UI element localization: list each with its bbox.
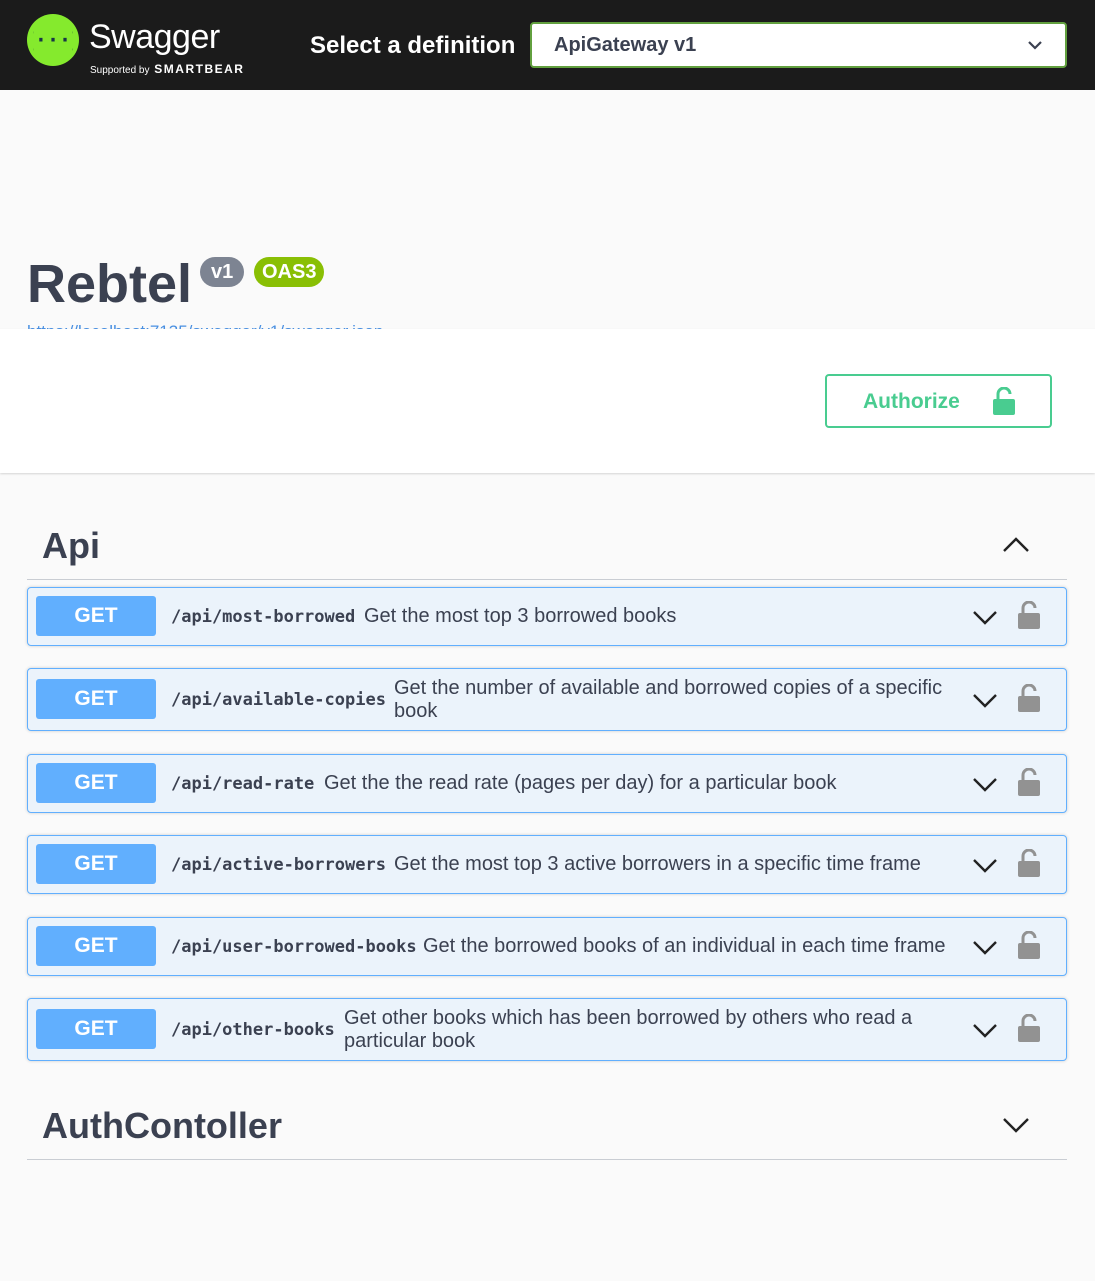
lock-open-icon xyxy=(993,387,1015,415)
operation-path: /api/available-copies xyxy=(171,690,386,710)
chevron-down-icon[interactable] xyxy=(972,609,998,625)
swagger-logo[interactable]: {···} Swagger Supported by SMARTBEAR xyxy=(27,14,267,76)
tag-header-authcontoller[interactable]: AuthContoller xyxy=(27,1091,1067,1160)
operation-get-most-borrowed[interactable]: GET /api/most-borrowed Get the most top … xyxy=(27,587,1067,646)
chevron-down-icon[interactable] xyxy=(972,857,998,873)
method-badge-get: GET xyxy=(36,763,156,803)
chevron-down-icon[interactable] xyxy=(972,939,998,955)
chevron-down-icon[interactable] xyxy=(972,776,998,792)
method-badge-get: GET xyxy=(36,844,156,884)
operation-path: /api/most-borrowed xyxy=(171,607,356,627)
operation-get-active-borrowers[interactable]: GET /api/active-borrowers Get the most t… xyxy=(27,835,1067,894)
authorize-label: Authorize xyxy=(863,390,960,413)
operation-get-read-rate[interactable]: GET /api/read-rate Get the the read rate… xyxy=(27,754,1067,813)
tag-section-api: Api GET /api/most-borrowed Get the most … xyxy=(27,511,1067,1061)
oas-badge: OAS3 xyxy=(254,257,325,287)
operation-get-user-borrowed-books[interactable]: GET /api/user-borrowed-books Get the bor… xyxy=(27,917,1067,976)
logo-brand-text: SMARTBEAR xyxy=(154,62,245,76)
tag-header-api[interactable]: Api xyxy=(27,511,1067,580)
method-badge-get: GET xyxy=(36,1009,156,1049)
method-badge-get: GET xyxy=(36,596,156,636)
operation-path: /api/active-borrowers xyxy=(171,855,386,875)
logo-title: Swagger xyxy=(89,18,220,56)
logo-subtitle: Supported by SMARTBEAR xyxy=(90,62,244,76)
swagger-logo-icon: {···} xyxy=(27,14,79,66)
operation-summary: Get the number of available and borrowed… xyxy=(394,677,943,722)
operation-summary: Get the most top 3 active borrowers in a… xyxy=(394,853,921,875)
method-badge-get: GET xyxy=(36,926,156,966)
method-badge-get: GET xyxy=(36,679,156,719)
tag-section-authcontoller: AuthContoller xyxy=(27,1091,1067,1160)
chevron-up-icon[interactable] xyxy=(1002,533,1030,557)
operation-summary: Get other books which has been borrowed … xyxy=(344,1007,913,1052)
operation-path: /api/read-rate xyxy=(171,774,315,794)
chevron-down-icon[interactable] xyxy=(972,692,998,708)
lock-icon[interactable] xyxy=(1018,1014,1040,1042)
definition-select-value: ApiGateway v1 xyxy=(554,34,697,56)
operation-get-other-books[interactable]: GET /api/other-books Get other books whi… xyxy=(27,998,1067,1061)
operation-path: /api/user-borrowed-books xyxy=(171,937,417,957)
chevron-down-icon[interactable] xyxy=(972,1022,998,1038)
lock-icon[interactable] xyxy=(1018,768,1040,796)
lock-icon[interactable] xyxy=(1018,601,1040,629)
topbar: {···} Swagger Supported by SMARTBEAR Sel… xyxy=(0,0,1095,90)
svg-text:{···}: {···} xyxy=(33,28,73,52)
lock-icon[interactable] xyxy=(1018,849,1040,877)
version-badge: v1 xyxy=(200,257,245,287)
page-title: Rebtel xyxy=(27,254,193,314)
chevron-down-icon xyxy=(1028,41,1042,50)
operation-summary: Get the most top 3 borrowed books xyxy=(364,605,677,627)
operation-summary: Get the the read rate (pages per day) fo… xyxy=(324,772,837,794)
tag-title: AuthContoller xyxy=(42,1105,282,1146)
logo-supported-text: Supported by xyxy=(90,65,150,76)
lock-icon[interactable] xyxy=(1018,684,1040,712)
info-section: Rebtel v1 OAS3 https://localhost:7135/sw… xyxy=(0,90,1095,341)
operation-summary: Get the borrowed books of an individual … xyxy=(423,935,946,957)
chevron-down-icon[interactable] xyxy=(1002,1113,1030,1137)
operation-get-available-copies[interactable]: GET /api/available-copies Get the number… xyxy=(27,668,1067,731)
definition-select[interactable]: ApiGateway v1 xyxy=(530,22,1067,68)
tag-title: Api xyxy=(42,525,100,566)
operation-path: /api/other-books xyxy=(171,1020,335,1040)
lock-icon[interactable] xyxy=(1018,931,1040,959)
select-definition-label: Select a definition xyxy=(310,32,516,59)
scheme-container: Authorize xyxy=(0,329,1095,473)
authorize-button[interactable]: Authorize xyxy=(825,374,1052,428)
